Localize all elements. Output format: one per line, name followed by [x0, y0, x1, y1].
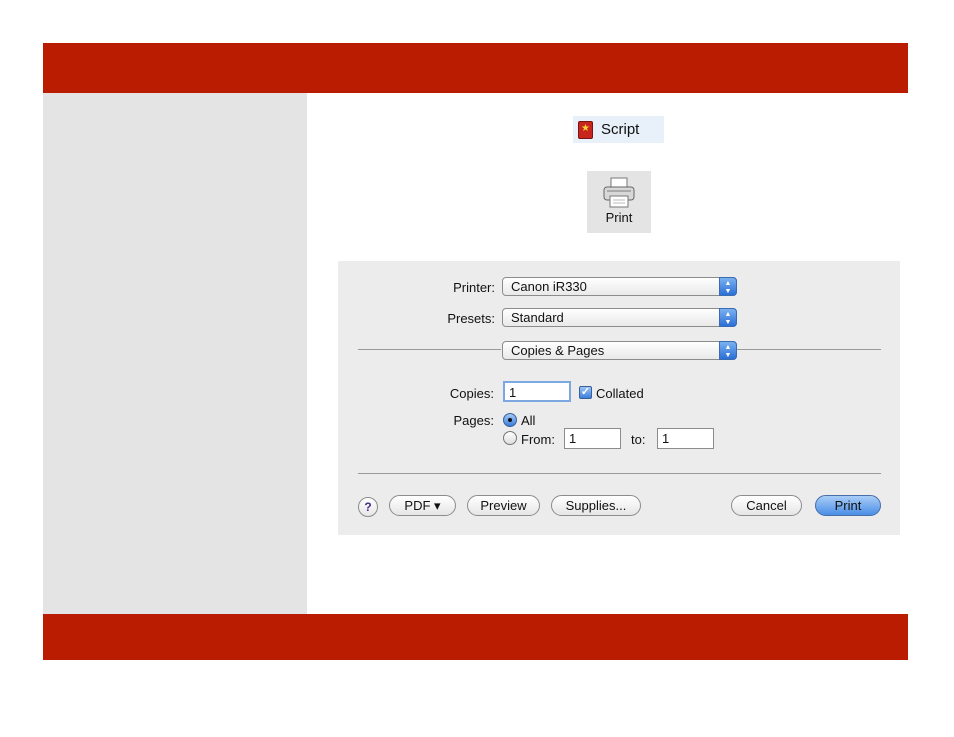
pdf-button[interactable]: PDF ▾	[389, 495, 456, 516]
help-button[interactable]: ?	[358, 497, 378, 517]
copies-field[interactable]: 1	[503, 381, 571, 402]
panel-select-value: Copies & Pages	[511, 343, 605, 358]
select-arrows-icon: ▲ ▼	[719, 341, 737, 360]
presets-label: Presets:	[447, 311, 495, 326]
collated-label: Collated	[596, 386, 644, 401]
side-panel	[43, 93, 307, 614]
pages-label: Pages:	[453, 413, 494, 428]
pages-from-radio[interactable]	[503, 431, 517, 445]
pages-from-label: From:	[521, 432, 555, 447]
cancel-button[interactable]: Cancel	[731, 495, 802, 516]
collated-checkbox[interactable]: ✓	[579, 386, 592, 399]
app-title-chip: Script	[573, 116, 664, 143]
separator	[358, 349, 501, 350]
print-toolbar-button[interactable]: Print	[587, 171, 651, 233]
app-name: Script	[601, 121, 640, 138]
presets-select[interactable]: Standard ▲ ▼	[502, 308, 737, 327]
preview-button[interactable]: Preview	[467, 495, 540, 516]
pages-to-field[interactable]: 1	[657, 428, 714, 449]
separator	[736, 349, 881, 350]
supplies-button[interactable]: Supplies...	[551, 495, 641, 516]
printer-icon	[603, 177, 635, 208]
printer-select-value: Canon iR330	[511, 279, 587, 294]
pages-from-field[interactable]: 1	[564, 428, 621, 449]
top-banner	[43, 43, 908, 93]
print-button[interactable]: Print	[815, 495, 881, 516]
bottom-banner	[43, 614, 908, 660]
print-toolbar-label: Print	[605, 210, 633, 225]
select-arrows-icon: ▲ ▼	[719, 308, 737, 327]
printer-label: Printer:	[453, 280, 495, 295]
panel-select[interactable]: Copies & Pages ▲ ▼	[502, 341, 737, 360]
copies-label: Copies:	[449, 386, 494, 401]
pages-to-label: to:	[631, 432, 646, 447]
printer-select[interactable]: Canon iR330 ▲ ▼	[502, 277, 737, 296]
script-app-icon	[578, 120, 593, 139]
separator	[358, 473, 881, 474]
print-dialog: Printer: Canon iR330 ▲ ▼ Presets: Standar…	[338, 261, 900, 535]
pages-all-label: All	[521, 413, 536, 428]
select-arrows-icon: ▲ ▼	[719, 277, 737, 296]
presets-select-value: Standard	[511, 310, 564, 325]
pages-all-radio[interactable]	[503, 413, 517, 427]
